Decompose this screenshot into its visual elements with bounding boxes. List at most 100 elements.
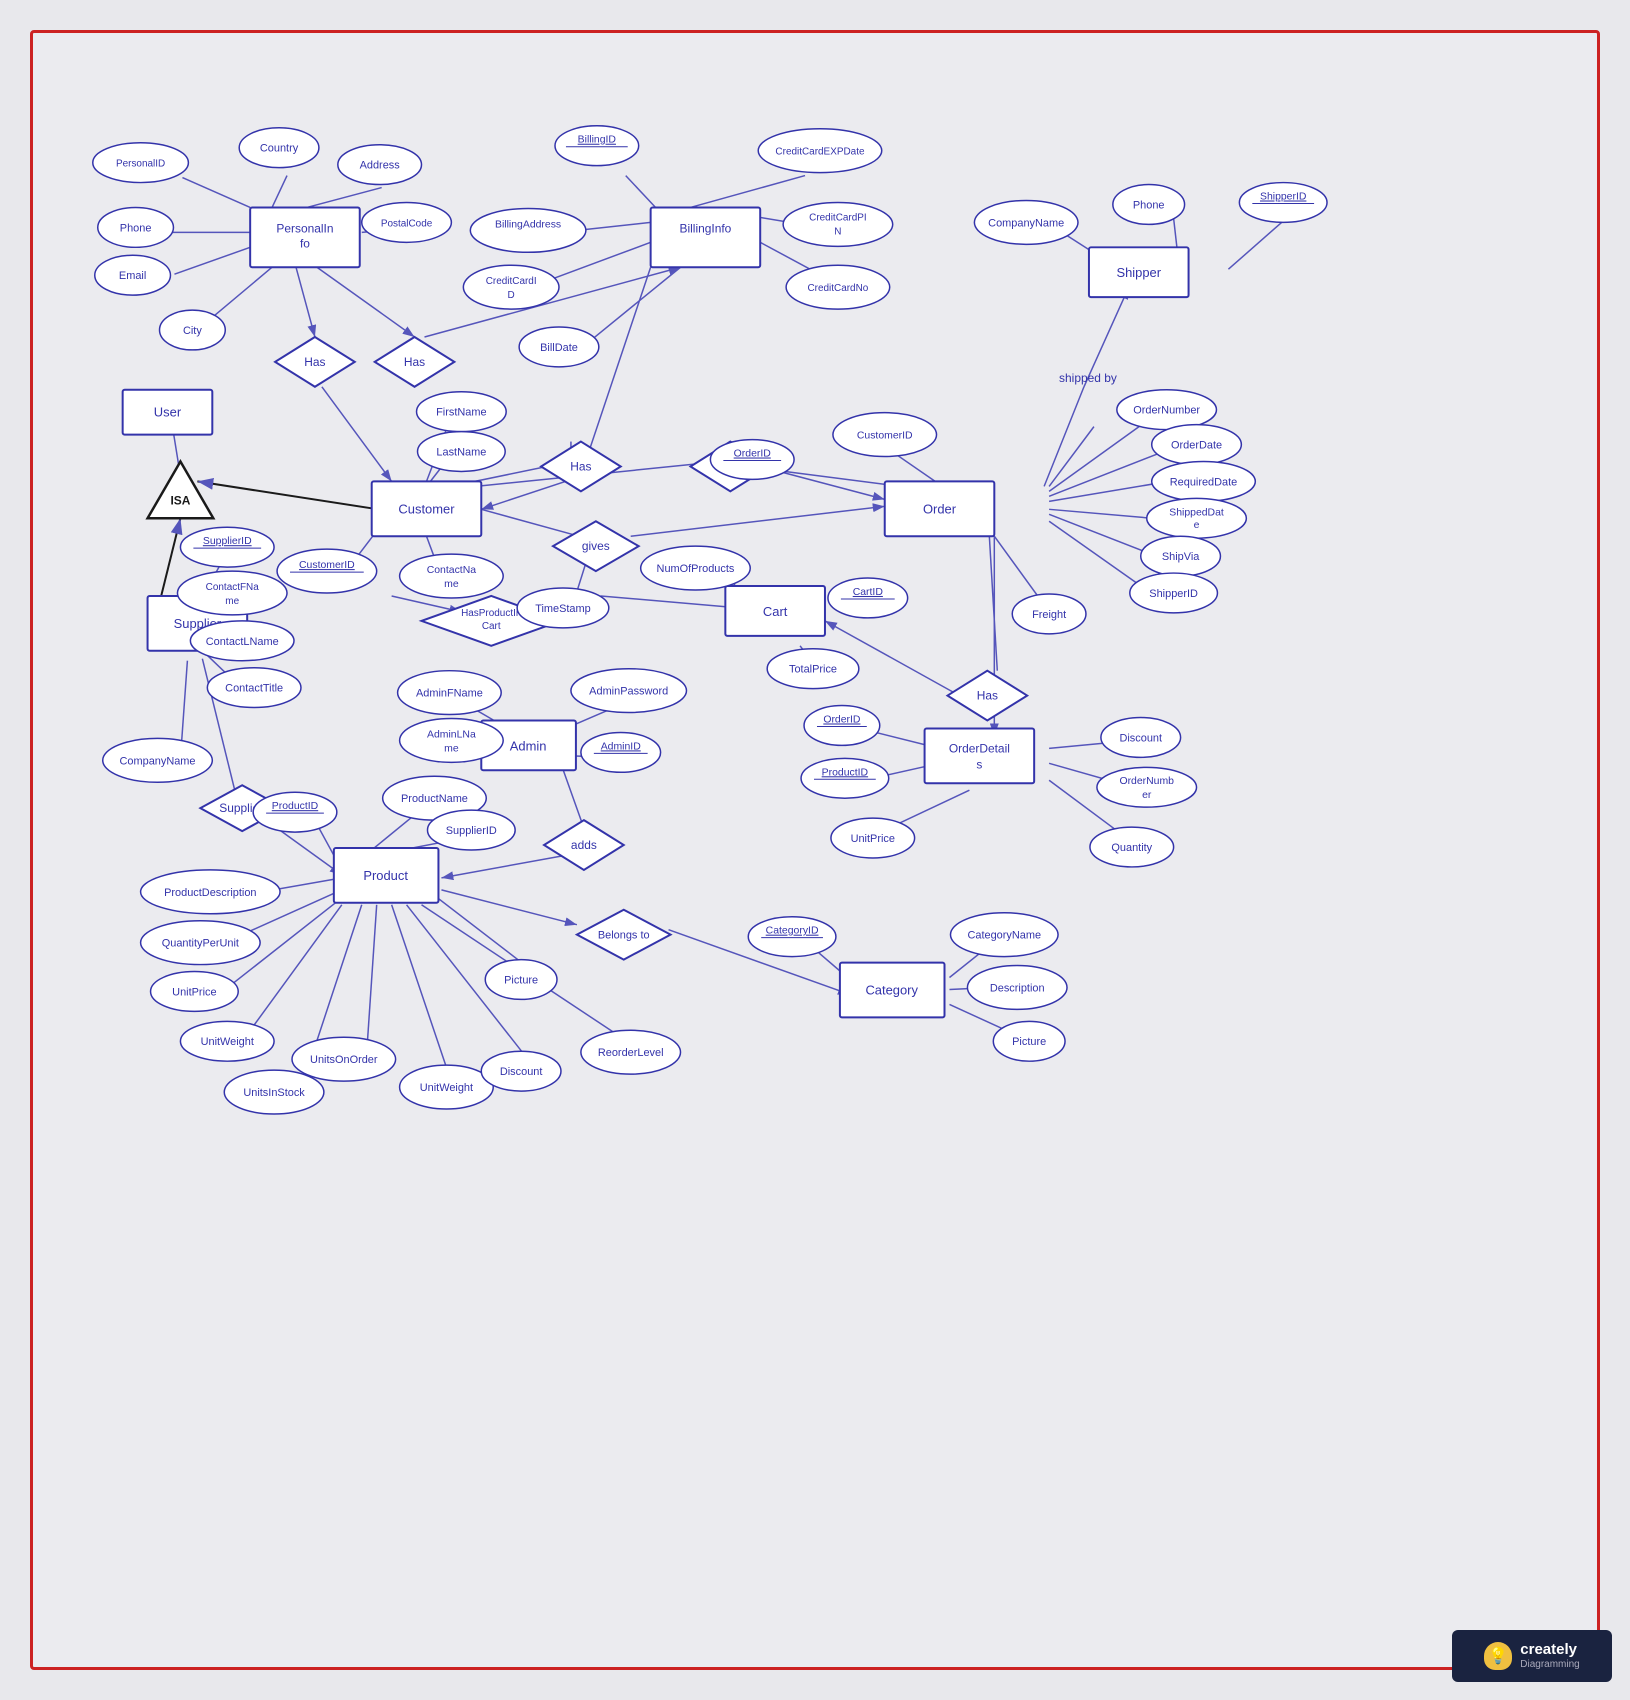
svg-text:CategoryID: CategoryID <box>766 926 819 937</box>
svg-text:SupplierID: SupplierID <box>203 536 252 547</box>
svg-text:BillingAddress: BillingAddress <box>495 219 561 230</box>
svg-text:Quantity: Quantity <box>1111 842 1152 854</box>
logo-subtitle: Diagramming <box>1520 1659 1579 1671</box>
svg-text:TotalPrice: TotalPrice <box>789 664 837 676</box>
svg-text:Has: Has <box>570 459 591 473</box>
svg-text:UnitPrice: UnitPrice <box>851 833 895 845</box>
logo-text: creately Diagramming <box>1520 1641 1579 1671</box>
svg-text:PersonalID: PersonalID <box>116 159 165 170</box>
svg-text:BillDate: BillDate <box>540 342 578 354</box>
svg-text:Phone: Phone <box>120 222 152 234</box>
svg-text:ShipperID: ShipperID <box>1260 191 1307 202</box>
logo-name: creately <box>1520 1641 1579 1659</box>
svg-text:ContactLName: ContactLName <box>206 636 279 648</box>
svg-text:OrderID: OrderID <box>823 714 861 725</box>
svg-text:UnitsOnOrder: UnitsOnOrder <box>310 1054 378 1066</box>
svg-text:LastName: LastName <box>436 447 486 459</box>
svg-text:ShippedDat: ShippedDat <box>1169 507 1224 518</box>
svg-text:CustomerID: CustomerID <box>299 560 355 571</box>
svg-text:City: City <box>183 325 202 337</box>
svg-text:AdminPassword: AdminPassword <box>589 686 668 698</box>
svg-text:TimeStamp: TimeStamp <box>535 603 591 615</box>
svg-text:FirstName: FirstName <box>436 407 486 419</box>
svg-text:OrderNumb: OrderNumb <box>1119 776 1174 787</box>
svg-text:PostalCode: PostalCode <box>381 218 433 229</box>
svg-text:OrderID: OrderID <box>734 449 772 460</box>
svg-text:me: me <box>444 579 459 590</box>
svg-text:Freight: Freight <box>1032 609 1066 621</box>
svg-text:shipped by: shipped by <box>1059 371 1117 385</box>
svg-text:Address: Address <box>360 160 401 172</box>
svg-text:Cart: Cart <box>763 604 788 619</box>
svg-text:ContactTitle: ContactTitle <box>225 683 283 695</box>
svg-text:QuantityPerUnit: QuantityPerUnit <box>162 938 239 950</box>
svg-text:ShipperID: ShipperID <box>1149 588 1198 600</box>
svg-text:OrderNumber: OrderNumber <box>1133 405 1200 417</box>
svg-text:ProductName: ProductName <box>401 793 468 805</box>
svg-text:AdminFName: AdminFName <box>416 688 483 700</box>
svg-text:CreditCardNo: CreditCardNo <box>807 283 868 294</box>
svg-text:SupplierID: SupplierID <box>446 825 497 837</box>
svg-text:D: D <box>508 290 515 301</box>
svg-text:ShipVia: ShipVia <box>1162 551 1200 563</box>
svg-text:ContactNa: ContactNa <box>427 565 477 576</box>
svg-text:Has: Has <box>304 355 325 369</box>
svg-text:Customer: Customer <box>398 501 455 516</box>
svg-text:Has: Has <box>977 689 998 703</box>
svg-text:me: me <box>444 743 459 754</box>
svg-text:RequiredDate: RequiredDate <box>1170 476 1238 488</box>
svg-text:UnitWeight: UnitWeight <box>201 1036 254 1048</box>
svg-text:BillingInfo: BillingInfo <box>680 221 732 235</box>
diagram-container: PersonalIn fo BillingInfo Shipper User C… <box>30 30 1600 1670</box>
er-diagram: PersonalIn fo BillingInfo Shipper User C… <box>33 33 1597 1667</box>
svg-text:AdminID: AdminID <box>601 741 641 752</box>
svg-text:me: me <box>225 596 239 607</box>
svg-text:Discount: Discount <box>500 1066 543 1078</box>
svg-text:Shipper: Shipper <box>1116 265 1161 280</box>
svg-text:e: e <box>1194 520 1200 531</box>
svg-text:CustomerID: CustomerID <box>857 431 913 442</box>
svg-text:HasProductIn: HasProductIn <box>461 608 521 619</box>
svg-text:ReorderLevel: ReorderLevel <box>598 1047 664 1059</box>
svg-text:ContactFNa: ContactFNa <box>206 582 260 593</box>
svg-text:Order: Order <box>923 501 957 516</box>
svg-text:s: s <box>976 757 982 771</box>
svg-text:CompanyName: CompanyName <box>988 217 1064 229</box>
svg-text:ProductDescription: ProductDescription <box>164 887 256 899</box>
svg-text:CreditCardPI: CreditCardPI <box>809 212 867 223</box>
svg-text:N: N <box>834 226 841 237</box>
svg-text:Email: Email <box>119 270 146 282</box>
svg-text:Discount: Discount <box>1119 732 1162 744</box>
creately-logo: 💡 creately Diagramming <box>1452 1630 1612 1682</box>
svg-text:ProductID: ProductID <box>822 767 869 778</box>
svg-text:UnitWeight: UnitWeight <box>420 1082 473 1094</box>
svg-text:fo: fo <box>300 236 310 250</box>
svg-text:Admin: Admin <box>510 738 547 753</box>
svg-text:CartID: CartID <box>853 587 884 598</box>
svg-text:CompanyName: CompanyName <box>120 755 196 767</box>
svg-text:AdminLNa: AdminLNa <box>427 729 476 740</box>
svg-text:adds: adds <box>571 838 597 852</box>
svg-text:Description: Description <box>990 982 1045 994</box>
svg-text:Product: Product <box>363 868 408 883</box>
svg-text:Picture: Picture <box>504 974 538 986</box>
svg-text:User: User <box>154 405 182 420</box>
svg-text:Phone: Phone <box>1133 199 1165 211</box>
svg-text:Cart: Cart <box>482 621 501 632</box>
svg-text:PersonalIn: PersonalIn <box>276 221 333 235</box>
svg-text:CreditCardEXPDate: CreditCardEXPDate <box>775 147 865 158</box>
svg-text:UnitPrice: UnitPrice <box>172 986 216 998</box>
svg-text:BillingID: BillingID <box>578 135 617 146</box>
logo-icon: 💡 <box>1484 1642 1512 1670</box>
svg-text:Has: Has <box>404 355 425 369</box>
svg-text:ProductID: ProductID <box>272 801 319 812</box>
svg-text:CreditCardI: CreditCardI <box>486 276 537 287</box>
svg-text:UnitsInStock: UnitsInStock <box>243 1087 305 1099</box>
svg-text:OrderDetail: OrderDetail <box>949 741 1010 755</box>
svg-text:CategoryName: CategoryName <box>967 930 1041 942</box>
svg-text:Belongs to: Belongs to <box>598 930 650 942</box>
svg-text:NumOfProducts: NumOfProducts <box>657 563 735 575</box>
svg-text:ISA: ISA <box>170 493 190 507</box>
svg-text:er: er <box>1142 790 1152 801</box>
svg-text:OrderDate: OrderDate <box>1171 440 1222 452</box>
